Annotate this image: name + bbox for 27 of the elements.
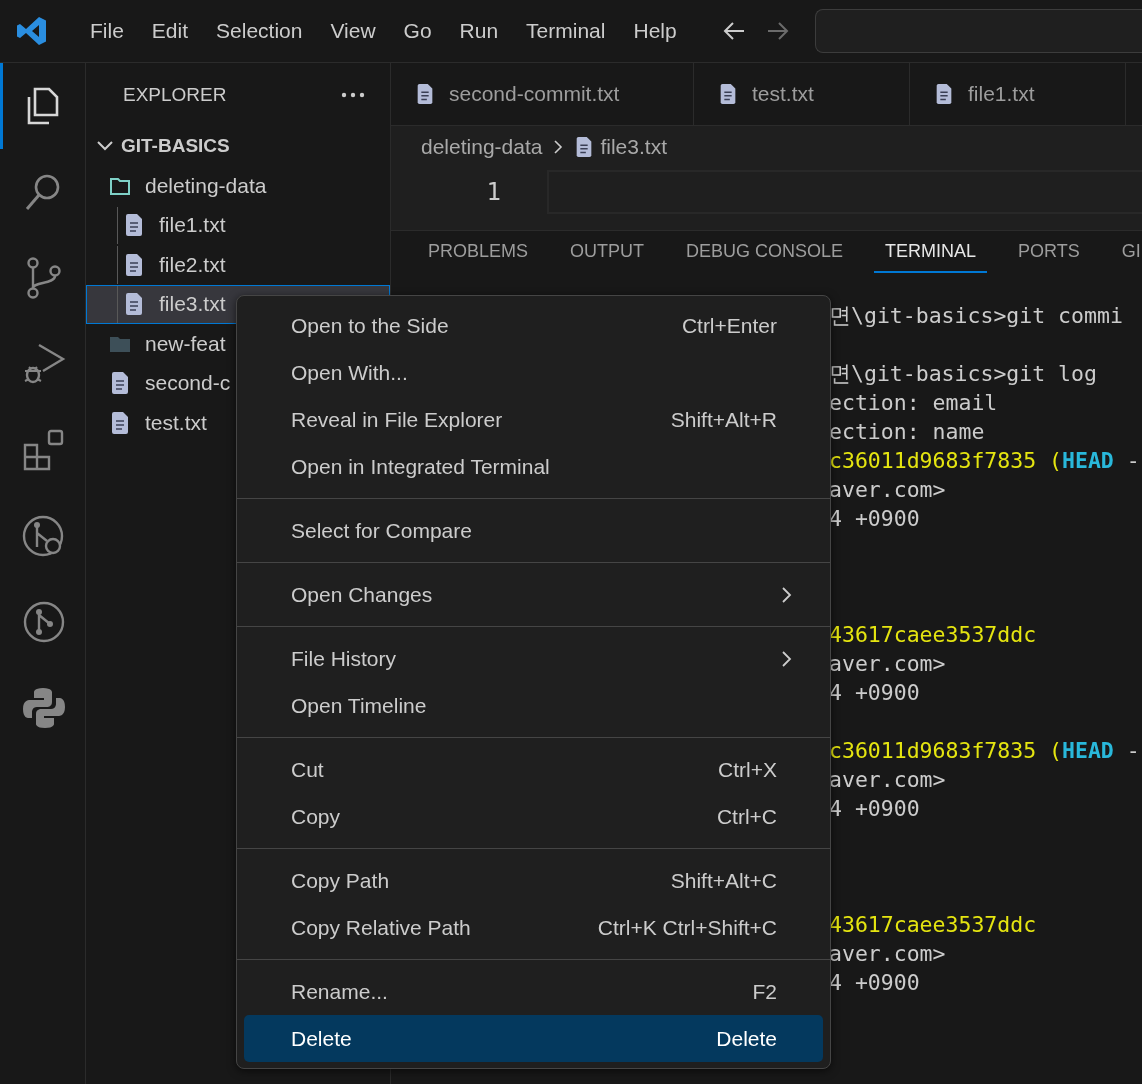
sidebar-title: EXPLORER — [123, 83, 227, 106]
shortcut-label: Ctrl+K Ctrl+Shift+C — [597, 915, 777, 940]
terminal-line: 43617caee3537ddc — [829, 911, 1038, 939]
terminal-line: 4 +0900 — [829, 795, 921, 823]
terminal-line: aver.com> — [829, 650, 947, 678]
line-number: 1 — [485, 178, 502, 206]
shortcut-label: Delete — [716, 1026, 777, 1051]
shortcut-label: Ctrl+Enter — [681, 313, 777, 338]
shortcut-label: Shift+Alt+R — [670, 407, 777, 432]
terminal-line: 면\git-basics>git log — [829, 360, 1098, 388]
terminal-line: c36011d9683f7835 (HEAD - — [829, 447, 1141, 475]
shortcut-label: Shift+Alt+C — [670, 868, 777, 893]
terminal-line: 43617caee3537ddc — [829, 621, 1038, 649]
terminal-line: aver.com> — [829, 476, 947, 504]
terminal-line: c36011d9683f7835 (HEAD - — [829, 737, 1141, 765]
terminal-line: aver.com> — [829, 766, 947, 794]
shortcut-label: Ctrl+X — [718, 757, 777, 782]
terminal-line: ection: name — [829, 418, 986, 446]
terminal-line: 4 +0900 — [829, 969, 921, 997]
terminal-line: 4 +0900 — [829, 679, 921, 707]
terminal-line: 면\git-basics>git commi — [829, 302, 1124, 330]
tree-root-label: GIT-BASICS — [121, 135, 230, 157]
terminal-line: 4 +0900 — [829, 505, 921, 533]
terminal-line: ection: email — [829, 389, 999, 417]
terminal-line: aver.com> — [829, 940, 947, 968]
shortcut-label: F2 — [752, 979, 777, 1004]
shortcut-label: Ctrl+C — [716, 804, 777, 829]
